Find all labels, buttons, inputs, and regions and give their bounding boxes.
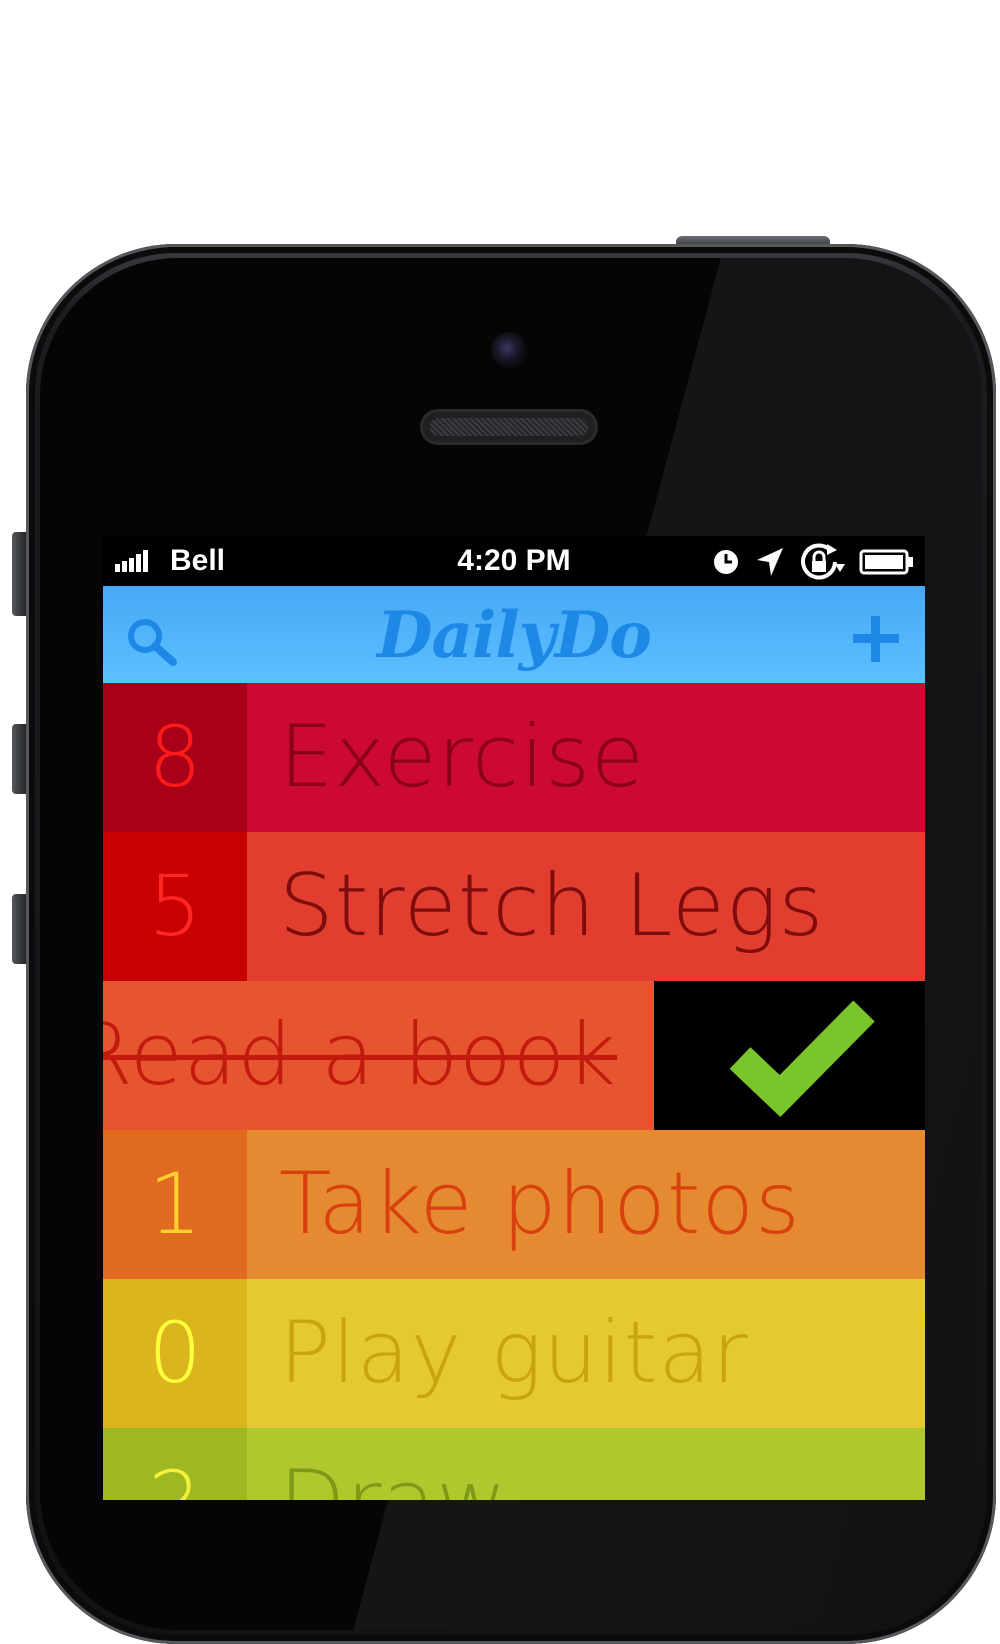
rotation-lock-icon <box>801 543 845 580</box>
task-count: 1 <box>103 1130 247 1279</box>
task-count: 0 <box>103 1279 247 1428</box>
task-row[interactable]: 5 Stretch Legs <box>103 832 925 981</box>
status-bar: Bell 4:20 PM <box>103 536 925 586</box>
location-arrow-icon <box>757 548 783 576</box>
task-label: Stretch Legs <box>279 856 825 956</box>
app-title: DailyDo <box>377 598 652 673</box>
task-row[interactable]: 1 Take photos <box>103 1130 925 1279</box>
checkmark-icon <box>729 1000 875 1118</box>
task-label: Draw <box>279 1428 508 1500</box>
task-row[interactable]: Read a book <box>103 981 925 1130</box>
task-count: 2 <box>103 1428 247 1500</box>
complete-task-button[interactable] <box>654 981 925 1130</box>
phone-screen: Bell 4:20 PM DailyDo 8 Exercise 5 Stretc… <box>103 536 925 1500</box>
task-row[interactable]: 8 Exercise <box>103 683 925 832</box>
clock-icon <box>714 550 738 574</box>
task-count: 5 <box>103 832 247 981</box>
task-row[interactable]: 2 Draw <box>103 1428 925 1500</box>
battery-icon <box>859 549 913 575</box>
task-label: Read a book <box>103 1005 618 1105</box>
task-label: Exercise <box>279 707 645 807</box>
task-label: Take photos <box>279 1154 801 1254</box>
task-count: 8 <box>103 683 247 832</box>
task-row[interactable]: 0 Play guitar <box>103 1279 925 1428</box>
task-list: 8 Exercise 5 Stretch Legs Read a book 1 Take p… <box>103 683 925 1500</box>
nav-bar: DailyDo <box>103 586 925 683</box>
add-task-button[interactable] <box>851 614 901 664</box>
plus-icon <box>853 616 899 662</box>
front-camera <box>491 332 527 368</box>
earpiece-speaker <box>420 409 598 445</box>
task-label: Play guitar <box>279 1303 749 1403</box>
